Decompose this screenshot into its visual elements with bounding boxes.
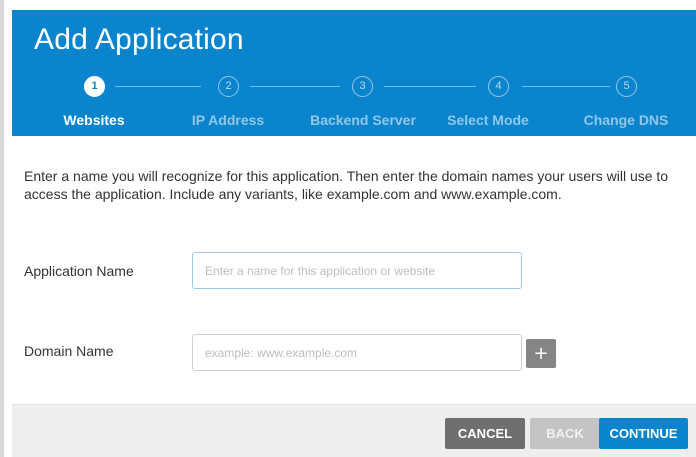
- step-5-label: Change DNS: [583, 112, 669, 128]
- step-5-indicator: 5: [616, 76, 637, 97]
- continue-button[interactable]: CONTINUE: [599, 418, 688, 449]
- back-button[interactable]: BACK: [530, 418, 600, 449]
- step-1-label: Websites: [63, 112, 125, 128]
- step-connector: [384, 86, 476, 87]
- step-connector: [522, 86, 610, 87]
- add-domain-button[interactable]: +: [526, 339, 556, 368]
- step-2-label: IP Address: [191, 112, 265, 128]
- step-progress: 1 2 3 4 5 Websites IP Address Backend Se…: [12, 10, 696, 136]
- domain-name-label: Domain Name: [24, 343, 114, 359]
- domain-name-input[interactable]: [192, 334, 522, 371]
- dialog-header: Add Application 1 2 3 4 5 Websites IP Ad…: [12, 10, 696, 136]
- dialog-footer: CANCEL BACK CONTINUE: [12, 404, 696, 457]
- application-name-label: Application Name: [24, 263, 134, 279]
- step-connector: [250, 86, 340, 87]
- step-4-indicator: 4: [488, 76, 509, 97]
- cancel-button[interactable]: CANCEL: [445, 418, 525, 449]
- instructions-text: Enter a name you will recognize for this…: [24, 168, 669, 202]
- add-application-dialog: Add Application 1 2 3 4 5 Websites IP Ad…: [0, 0, 696, 457]
- application-name-input[interactable]: [192, 252, 522, 289]
- step-3-indicator: 3: [352, 76, 373, 97]
- step-1-indicator: 1: [84, 76, 105, 97]
- step-4-label: Select Mode: [447, 112, 529, 128]
- step-2-indicator: 2: [218, 76, 239, 97]
- step-connector: [115, 86, 201, 87]
- step-3-label: Backend Server: [310, 112, 416, 128]
